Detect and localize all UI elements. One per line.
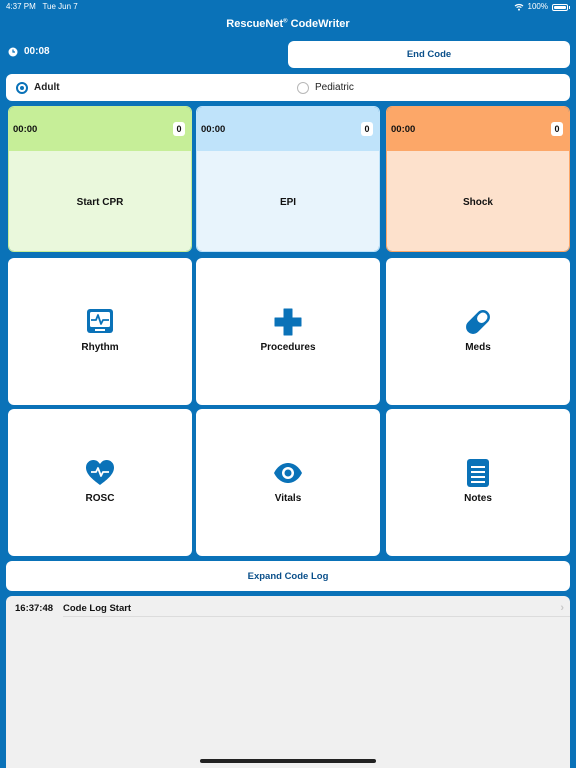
cpr-timer: 00:00 xyxy=(13,124,38,135)
eye-icon xyxy=(274,463,302,483)
cpr-count: 0 xyxy=(173,122,185,136)
cpr-label: Start CPR xyxy=(9,151,191,251)
epi-tile-header: 00:00 0 xyxy=(197,107,379,151)
radio-pediatric[interactable]: Pediatric xyxy=(297,74,354,101)
meds-tile[interactable]: Meds xyxy=(386,258,570,405)
code-log-panel: 16:37:48 Code Log Start › xyxy=(6,596,570,768)
procedures-label: Procedures xyxy=(260,342,316,353)
patient-type-selector: Adult Pediatric xyxy=(6,74,570,101)
status-bar: 4:37 PM Tue Jun 7 100% xyxy=(0,0,576,14)
heart-pulse-icon xyxy=(86,460,114,485)
notes-label: Notes xyxy=(464,493,492,504)
cpr-tile-header: 00:00 0 xyxy=(9,107,191,151)
shock-tile[interactable]: 00:00 0 Shock xyxy=(386,106,570,252)
rhythm-label: Rhythm xyxy=(81,342,119,353)
app-title-suffix: CodeWriter xyxy=(287,18,350,30)
meds-label: Meds xyxy=(465,342,491,353)
rosc-label: ROSC xyxy=(85,493,115,504)
vitals-label: Vitals xyxy=(274,493,302,504)
start-cpr-tile[interactable]: 00:00 0 Start CPR xyxy=(8,106,192,252)
log-divider xyxy=(63,616,570,617)
plus-icon xyxy=(274,308,302,336)
vitals-tile[interactable]: Vitals xyxy=(196,409,380,556)
app-title: RescueNet® CodeWriter xyxy=(0,18,576,30)
epi-label: EPI xyxy=(197,151,379,251)
radio-pediatric-indicator xyxy=(297,81,309,94)
elapsed-timer: 00:08 xyxy=(8,46,50,57)
elapsed-time: 00:08 xyxy=(24,46,50,57)
epi-count: 0 xyxy=(361,122,373,136)
status-date: Tue Jun 7 xyxy=(42,2,78,11)
chevron-right-icon: › xyxy=(560,602,564,614)
rhythm-tile[interactable]: Rhythm xyxy=(8,258,192,405)
log-entry-text: Code Log Start xyxy=(63,602,132,614)
monitor-ecg-icon xyxy=(87,309,113,333)
battery-icon xyxy=(552,3,570,11)
end-code-button[interactable]: End Code xyxy=(288,41,570,68)
home-indicator[interactable] xyxy=(200,759,376,763)
expand-code-log-button[interactable]: Expand Code Log xyxy=(6,561,570,591)
shock-timer: 00:00 xyxy=(391,124,416,135)
pill-icon xyxy=(466,310,490,334)
wifi-icon xyxy=(514,3,523,11)
log-entry[interactable]: 16:37:48 Code Log Start › xyxy=(6,598,570,618)
app-title-name: RescueNet xyxy=(226,18,284,30)
status-indicators: 100% xyxy=(514,0,570,14)
epi-tile[interactable]: 00:00 0 EPI xyxy=(196,106,380,252)
rosc-tile[interactable]: ROSC xyxy=(8,409,192,556)
status-time: 4:37 PM xyxy=(6,2,36,11)
shock-count: 0 xyxy=(551,122,563,136)
epi-timer: 00:00 xyxy=(201,124,226,135)
shock-label: Shock xyxy=(387,151,569,251)
notes-icon xyxy=(467,459,489,487)
radio-adult-indicator xyxy=(16,81,28,94)
notes-tile[interactable]: Notes xyxy=(386,409,570,556)
radio-pediatric-label: Pediatric xyxy=(315,82,354,93)
radio-adult-label: Adult xyxy=(34,82,60,93)
procedures-tile[interactable]: Procedures xyxy=(196,258,380,405)
log-entry-time: 16:37:48 xyxy=(15,602,54,614)
shock-tile-header: 00:00 0 xyxy=(387,107,569,151)
battery-percent: 100% xyxy=(527,2,548,11)
radio-adult[interactable]: Adult xyxy=(16,74,60,101)
clock-icon xyxy=(8,47,18,56)
status-datetime: 4:37 PM Tue Jun 7 xyxy=(6,0,78,14)
